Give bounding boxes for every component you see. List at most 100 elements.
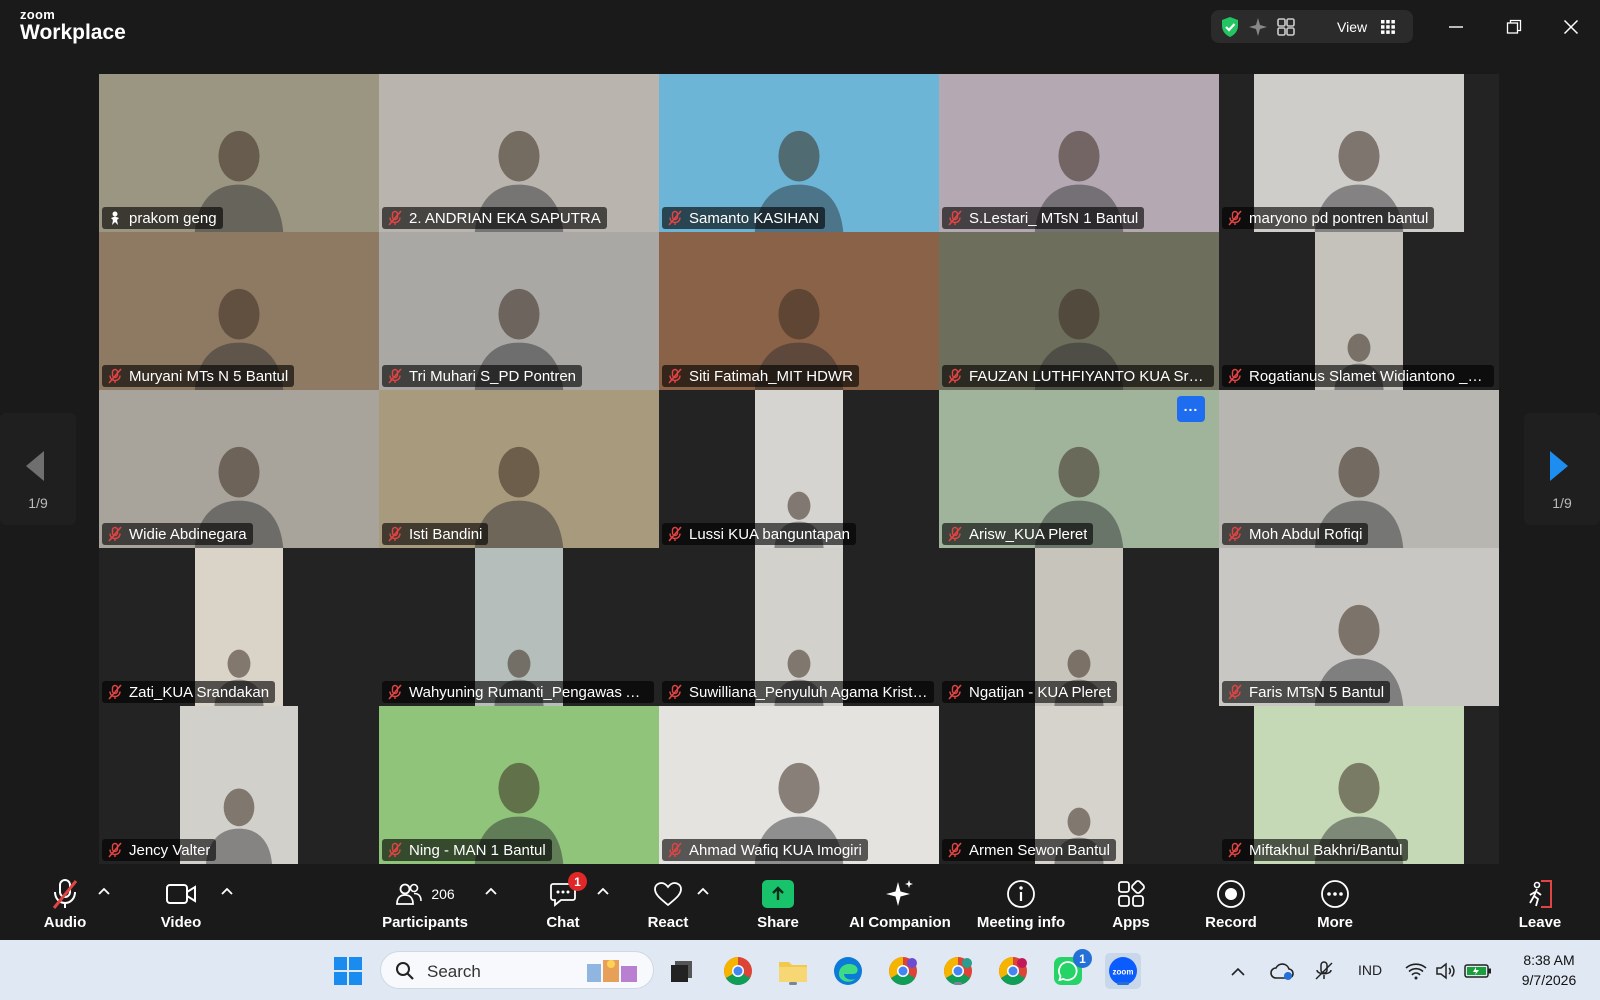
microphone-in-use-icon[interactable] <box>1310 953 1338 989</box>
chrome-profile-2-icon[interactable] <box>885 953 921 989</box>
taskbar-search-box[interactable]: Search <box>380 951 654 989</box>
muted-mic-icon <box>947 842 963 858</box>
view-grid-icon[interactable] <box>1377 16 1399 38</box>
record-button[interactable]: Record <box>1205 878 1257 936</box>
input-language[interactable]: IND <box>1358 962 1382 978</box>
participants-icon-group: 206 <box>395 878 455 910</box>
participant-tile[interactable]: ... Arisw_KUA Pleret <box>939 390 1219 548</box>
chat-button[interactable]: 1 Chat <box>543 872 587 936</box>
previous-page-button[interactable]: 1/9 <box>0 413 76 525</box>
audio-button[interactable]: Audio <box>40 878 90 936</box>
share-screen-icon <box>762 880 794 908</box>
tile-more-options-button[interactable]: ... <box>1177 396 1205 422</box>
participant-tile[interactable]: 2. ANDRIAN EKA SAPUTRA <box>379 74 659 232</box>
windows-start-icon[interactable] <box>330 953 366 989</box>
meeting-info-button[interactable]: Meeting info <box>973 878 1069 936</box>
participant-tile[interactable]: Muryani MTs N 5 Bantul <box>99 232 379 390</box>
muted-mic-icon <box>667 368 683 384</box>
participant-name-tag: prakom geng <box>102 207 223 229</box>
participant-tile[interactable]: Miftakhul Bakhri/Bantul <box>1219 706 1499 864</box>
participant-tile[interactable]: Lussi KUA banguntapan <box>659 390 939 548</box>
participants-button[interactable]: 206 Participants <box>380 878 470 936</box>
react-button[interactable]: React <box>646 878 690 936</box>
more-label: More <box>1317 914 1353 931</box>
participant-tile[interactable]: Zati_KUA Srandakan <box>99 548 379 706</box>
participant-tile[interactable]: Samanto KASIHAN <box>659 74 939 232</box>
muted-mic-icon <box>1227 684 1243 700</box>
participant-tile[interactable]: Moh Abdul Rofiqi <box>1219 390 1499 548</box>
participant-tile[interactable]: Isti Bandini <box>379 390 659 548</box>
participant-tile[interactable]: Wahyuning Rumanti_Pengawas Agama <box>379 548 659 706</box>
participant-tile[interactable]: prakom geng <box>99 74 379 232</box>
video-options-chevron-up-icon[interactable] <box>219 884 235 898</box>
muted-mic-icon <box>667 210 683 226</box>
chat-options-chevron-up-icon[interactable] <box>595 884 611 898</box>
participant-tile[interactable]: Jency Valter <box>99 706 379 864</box>
participant-tile[interactable]: Rogatianus Slamet Widiantono _Bantul <box>1219 232 1499 390</box>
gallery-layout-icon[interactable] <box>1275 16 1297 38</box>
record-icon <box>1216 878 1246 910</box>
cloud-sync-icon[interactable] <box>1268 953 1296 989</box>
task-view-icon[interactable] <box>664 953 700 989</box>
active-indicator <box>1117 982 1129 985</box>
participant-tile[interactable]: Ning - MAN 1 Bantul <box>379 706 659 864</box>
tray-overflow-chevron-up-icon[interactable] <box>1226 953 1250 989</box>
chat-label: Chat <box>546 914 580 931</box>
ai-sparkle-icon[interactable] <box>1247 16 1269 38</box>
leave-button[interactable]: Leave <box>1517 878 1563 936</box>
participant-tile[interactable]: Widie Abdinegara <box>99 390 379 548</box>
file-explorer-icon[interactable] <box>775 953 811 989</box>
chrome-icon[interactable] <box>720 953 756 989</box>
share-button[interactable]: Share <box>754 878 802 936</box>
close-icon[interactable] <box>1556 12 1586 42</box>
minimize-icon[interactable] <box>1441 12 1471 42</box>
ai-companion-button[interactable]: AI Companion <box>849 878 951 936</box>
wifi-icon[interactable] <box>1403 953 1429 989</box>
volume-icon[interactable] <box>1433 953 1459 989</box>
view-button[interactable]: View <box>1337 19 1367 35</box>
audio-options-chevron-up-icon[interactable] <box>96 884 112 898</box>
participant-tile[interactable]: S.Lestari_ MTsN 1 Bantul <box>939 74 1219 232</box>
participant-tile[interactable]: Faris MTsN 5 Bantul <box>1219 548 1499 706</box>
app-logo: zoom Workplace <box>20 8 126 43</box>
next-page-button[interactable]: 1/9 <box>1524 413 1600 525</box>
participant-tile[interactable]: Ngatijan - KUA Pleret <box>939 548 1219 706</box>
security-shield-icon[interactable] <box>1219 16 1241 38</box>
gallery-view: prakom geng 2. ANDRIAN EKA SAPUTRA Samanto… <box>99 74 1499 864</box>
leave-label: Leave <box>1518 914 1562 931</box>
react-options-chevron-up-icon[interactable] <box>695 884 711 898</box>
restore-icon[interactable] <box>1499 12 1529 42</box>
more-button[interactable]: More <box>1312 878 1358 936</box>
participant-name-tag: Suwilliana_Penyuluh Agama Kristen <box>662 681 934 703</box>
participant-tile[interactable]: FAUZAN LUTHFIYANTO KUA Srandakan <box>939 232 1219 390</box>
chrome-profile-3-icon[interactable] <box>940 953 976 989</box>
windows-taskbar: Search 1 zoom IND 8:38 AM 9/7/2026 <box>0 940 1600 1000</box>
leave-door-icon <box>1524 878 1556 910</box>
participant-name: Widie Abdinegara <box>129 525 247 543</box>
participant-tile[interactable]: maryono pd pontren bantul <box>1219 74 1499 232</box>
page-indicator-left: 1/9 <box>28 495 48 511</box>
whatsapp-badge: 1 <box>1073 949 1092 968</box>
participant-tile[interactable]: Suwilliana_Penyuluh Agama Kristen <box>659 548 939 706</box>
chrome-profile-4-icon[interactable] <box>995 953 1031 989</box>
participants-icon <box>396 883 423 905</box>
participant-name-tag: Ngatijan - KUA Pleret <box>942 681 1117 703</box>
whatsapp-icon[interactable]: 1 <box>1050 949 1092 989</box>
page-indicator-right: 1/9 <box>1552 495 1572 511</box>
participants-options-chevron-up-icon[interactable] <box>483 884 499 898</box>
taskbar-clock[interactable]: 8:38 AM 9/7/2026 <box>1504 950 1594 990</box>
battery-charging-icon[interactable] <box>1463 953 1493 989</box>
react-label: React <box>647 914 689 931</box>
zoom-taskbar-icon[interactable]: zoom <box>1105 953 1141 989</box>
running-indicator <box>954 982 962 985</box>
participant-tile[interactable]: Armen Sewon Bantul <box>939 706 1219 864</box>
participant-tile[interactable]: Tri Muhari S_PD Pontren <box>379 232 659 390</box>
participant-name: Samanto KASIHAN <box>689 209 820 227</box>
participant-tile[interactable]: Ahmad Wafiq KUA Imogiri <box>659 706 939 864</box>
edge-icon[interactable] <box>830 953 866 989</box>
participant-name: Ning - MAN 1 Bantul <box>409 841 546 859</box>
chat-icon: 1 <box>549 872 587 910</box>
participant-tile[interactable]: Siti Fatimah_MIT HDWR <box>659 232 939 390</box>
apps-button[interactable]: Apps <box>1110 878 1152 936</box>
video-button[interactable]: Video <box>155 878 207 936</box>
